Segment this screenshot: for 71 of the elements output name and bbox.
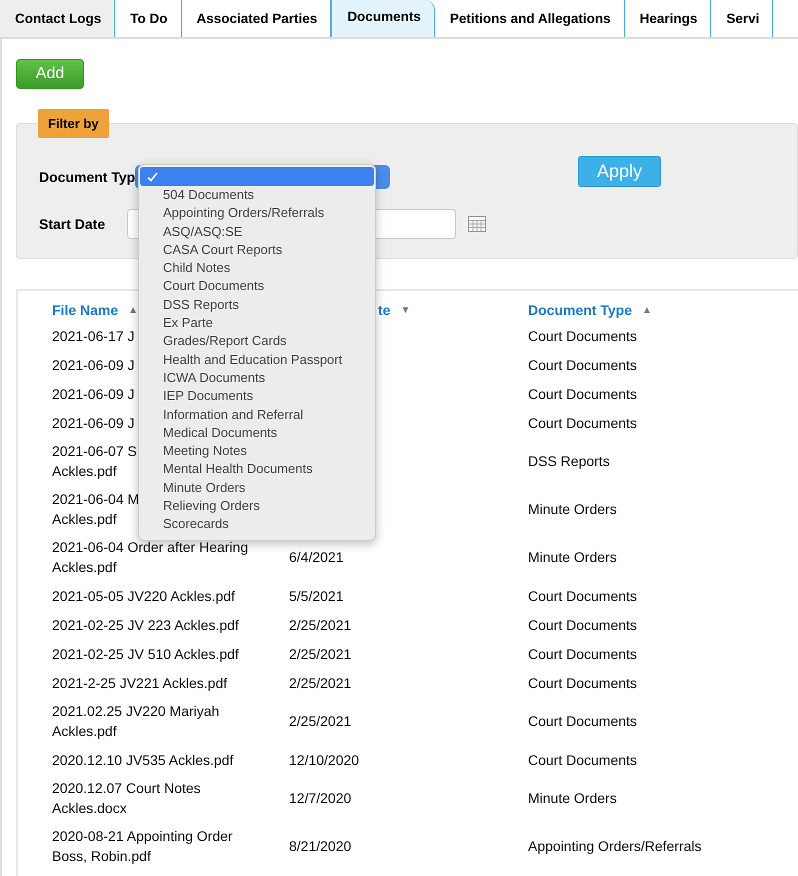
dropdown-option[interactable]: Minute Orders <box>139 478 375 498</box>
table-cell: Minute Orders <box>528 549 617 565</box>
column-header[interactable]: File Name <box>52 302 118 318</box>
table-cell: 2021.02.25 JV220 Mariyah Ackles.pdf <box>52 703 220 739</box>
table-cell: 2021-06-04 Order after Hearing Ackles.pdf <box>52 539 248 575</box>
table-cell: 12/10/2020 <box>289 752 360 768</box>
table-cell: 2021-06-09 J <box>52 414 135 430</box>
sort-arrow[interactable]: ▲ <box>642 304 652 316</box>
table-cell: 2020.12.07 Court Notes Ackles.docx <box>52 780 201 816</box>
table-cell: DSS Reports <box>528 453 610 469</box>
dropdown-option[interactable]: Mental Health Documents <box>139 460 375 479</box>
dropdown-option[interactable]: 504 Documents <box>139 186 375 204</box>
table-cell: 2021-06-04 M Ackles.pdf <box>52 491 140 527</box>
table-cell: 2020.12.10 JV535 Ackles.pdf <box>52 752 234 768</box>
table-cell: Court Documents <box>528 356 637 372</box>
dropdown-option[interactable]: Court Documents <box>139 277 375 296</box>
field-label: Document Typ <box>39 169 136 185</box>
table-cell: Court Documents <box>528 414 637 430</box>
table-cell: Court Documents <box>528 674 637 690</box>
dropdown-option[interactable]: Health and Education Passport <box>139 350 375 369</box>
sort-arrow[interactable]: ▲ <box>128 304 138 316</box>
table-cell: 12/7/2020 <box>289 790 352 806</box>
table-cell: 5/5/2021 <box>289 588 344 604</box>
column-header[interactable]: Document Type <box>528 302 632 318</box>
dropdown-option[interactable]: Scorecards <box>139 515 375 534</box>
table-cell: 2021-06-17 J <box>52 328 135 344</box>
dropdown-option[interactable]: Appointing Orders/Referrals <box>139 204 375 223</box>
table-cell: Court Documents <box>528 713 637 729</box>
table-cell: 2021-02-25 JV 223 Ackles.pdf <box>52 616 239 632</box>
tab[interactable]: Documents <box>331 0 435 37</box>
table-cell: 2021-2-25 JV221 Ackles.pdf <box>52 674 228 690</box>
column-header[interactable]: te <box>378 302 390 318</box>
dropdown-option[interactable]: Ex Parte <box>139 314 375 332</box>
dropdown-option[interactable]: IEP Documents <box>139 387 375 406</box>
table-cell: Court Documents <box>528 588 637 604</box>
table-cell: 2021-05-05 JV220 Ackles.pdf <box>52 588 235 604</box>
dropdown-option[interactable]: CASA Court Reports <box>139 240 375 260</box>
table-cell: 8/21/2020 <box>289 838 352 854</box>
dropdown-option[interactable]: ICWA Documents <box>139 368 375 388</box>
dropdown-option[interactable]: Medical Documents <box>139 424 375 442</box>
tab[interactable]: Contact Logs <box>0 0 116 37</box>
table-cell: Court Documents <box>528 646 637 662</box>
table-cell: 2021-06-09 J <box>52 356 135 372</box>
table-cell: Appointing Orders/Referrals <box>528 838 702 854</box>
filter-label: Filter by <box>38 109 109 138</box>
dropdown-option[interactable]: Relieving Orders <box>139 497 375 516</box>
dropdown-option[interactable]: Grades/Report Cards <box>139 332 375 351</box>
dropdown-option[interactable]: Child Notes <box>139 259 375 278</box>
check-icon <box>147 172 158 182</box>
dropdown-option[interactable]: Meeting Notes <box>139 442 375 460</box>
table-cell: 2020-08-21 Appointing Order Boss, Robin.pdf <box>52 828 233 864</box>
table-cell: 2021-06-09 J <box>52 386 135 402</box>
table-cell: 2021-06-07 S Ackles.pdf <box>52 443 137 479</box>
dropdown-option[interactable]: Information and Referral <box>139 406 375 424</box>
dropdown-option[interactable]: DSS Reports <box>139 296 375 314</box>
table-cell: Court Documents <box>528 616 637 632</box>
table-cell: 2/25/2021 <box>289 646 352 662</box>
table-cell: Court Documents <box>528 328 637 344</box>
table-cell: 2/25/2021 <box>289 674 352 690</box>
table-cell: 2021-02-25 JV 510 Ackles.pdf <box>52 646 239 662</box>
table-cell: Minute Orders <box>528 501 617 517</box>
sort-arrow[interactable]: ▼ <box>400 304 410 316</box>
calendar-icon[interactable] <box>468 216 486 232</box>
dropdown-option[interactable]: ASQ/ASQ:SE <box>139 222 375 241</box>
table-cell: Court Documents <box>528 752 637 768</box>
table-cell: Court Documents <box>528 386 637 402</box>
table-cell: 6/4/2021 <box>289 549 344 565</box>
table-cell: Minute Orders <box>528 790 617 806</box>
field-label: Start Date <box>39 216 106 232</box>
table-cell: 2/25/2021 <box>289 713 352 729</box>
table-cell: 2/25/2021 <box>289 616 352 632</box>
